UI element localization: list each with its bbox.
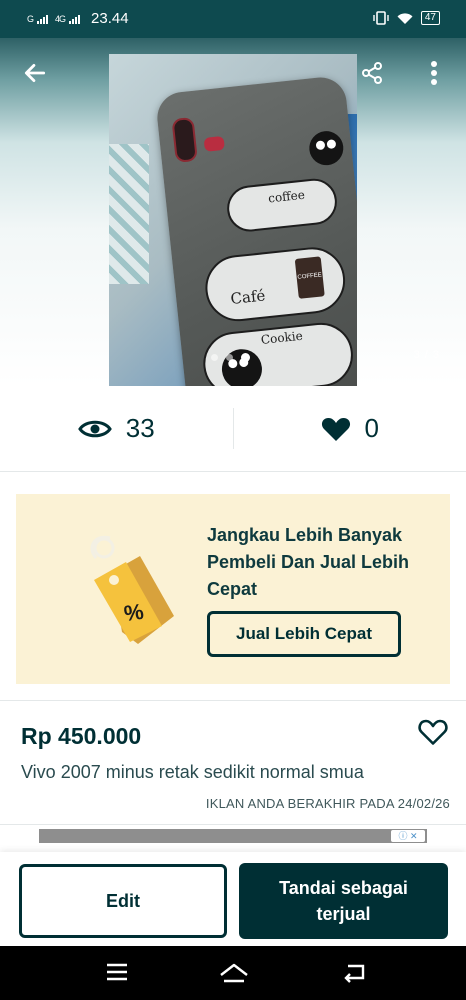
home-nav-button[interactable]	[218, 961, 250, 985]
likes-stat: 0	[234, 386, 466, 471]
battery-icon: 47	[420, 11, 440, 25]
menu-nav-button[interactable]	[105, 961, 131, 985]
listing-photo[interactable]: coffee Café COFFEE Cookie	[109, 54, 357, 386]
gallery-dot-3[interactable]	[241, 353, 250, 362]
more-vertical-icon	[431, 61, 437, 85]
mark-sold-button[interactable]: Tandai sebagai terjual	[239, 863, 448, 939]
price-tag-icon: %	[90, 535, 174, 644]
listing-expiry: IKLAN ANDA BERAKHIR PADA 24/02/26	[205, 796, 450, 811]
share-button[interactable]	[357, 58, 387, 88]
sticker-cookie-text: Cookie	[260, 328, 304, 348]
share-icon	[362, 62, 382, 84]
sticker-coffee: coffee	[224, 176, 340, 234]
heart-outline-icon	[418, 719, 448, 745]
back-button[interactable]	[20, 58, 50, 88]
ad-banner[interactable]: ⓘ ✕	[39, 829, 427, 843]
sticker-cafe: Café COFFEE	[202, 244, 349, 325]
favorite-button[interactable]	[418, 718, 448, 748]
arrow-left-icon	[24, 64, 46, 82]
signal-label-1: G	[27, 13, 34, 24]
phone-flash	[203, 135, 225, 152]
ad-choices-icon[interactable]: ⓘ ✕	[391, 830, 425, 842]
action-bar: Edit Tandai sebagai terjual	[0, 852, 466, 946]
sticker-cup-label: COFFEE	[294, 256, 325, 299]
photo-phone: coffee Café COFFEE Cookie	[154, 74, 357, 386]
divider	[0, 824, 466, 825]
home-icon	[220, 963, 248, 983]
listing-title: Vivo 2007 minus retak sedikit normal smu…	[21, 762, 364, 782]
status-right: 47	[373, 11, 440, 25]
photo-gallery[interactable]: coffee Café COFFEE Cookie 3 / 3	[0, 38, 466, 386]
tag-symbol: %	[122, 599, 145, 626]
heart-filled-icon	[321, 417, 350, 441]
sticker-coffee-text: coffee	[267, 187, 306, 206]
listing-price: Rp 450.000	[21, 723, 142, 749]
promo-card: % Jangkau Lebih Banyak Pembeli Dan Jual …	[16, 494, 450, 684]
back-nav-icon	[344, 964, 365, 983]
edit-button[interactable]: Edit	[19, 864, 227, 938]
views-stat: 33	[0, 386, 233, 471]
signal-icon-2	[69, 14, 81, 24]
stats-row: 33 0	[0, 386, 466, 472]
vibrate-icon	[373, 11, 389, 25]
signal-icon	[37, 14, 49, 24]
signal-label-2: 4G	[55, 13, 66, 24]
photo-fabric	[109, 144, 149, 284]
gallery-counter: 3 / 3	[413, 349, 440, 361]
status-bar: G 4G 23.44 47	[0, 0, 466, 38]
gallery-dot-2[interactable]	[226, 354, 233, 361]
menu-icon	[107, 963, 127, 981]
status-time: 23.44	[91, 10, 129, 27]
phone-camera	[171, 116, 198, 163]
views-count: 33	[125, 413, 155, 443]
gallery-dot-1[interactable]	[211, 354, 218, 361]
promo-title: Jangkau Lebih Banyak Pembeli Dan Jual Le…	[207, 525, 410, 599]
gallery-dots	[211, 353, 250, 362]
system-nav-bar	[0, 946, 466, 1000]
likes-count: 0	[364, 413, 379, 443]
divider	[0, 700, 466, 701]
wifi-icon	[397, 12, 413, 24]
sell-faster-button[interactable]: Jual Lebih Cepat	[207, 611, 401, 657]
status-left: G 4G 23.44	[27, 10, 129, 27]
more-options-button[interactable]	[419, 58, 449, 88]
eye-icon	[77, 420, 112, 437]
back-nav-button[interactable]	[342, 961, 368, 985]
sticker-cafe-text: Café	[229, 286, 267, 308]
sticker-blob-top	[307, 129, 345, 167]
